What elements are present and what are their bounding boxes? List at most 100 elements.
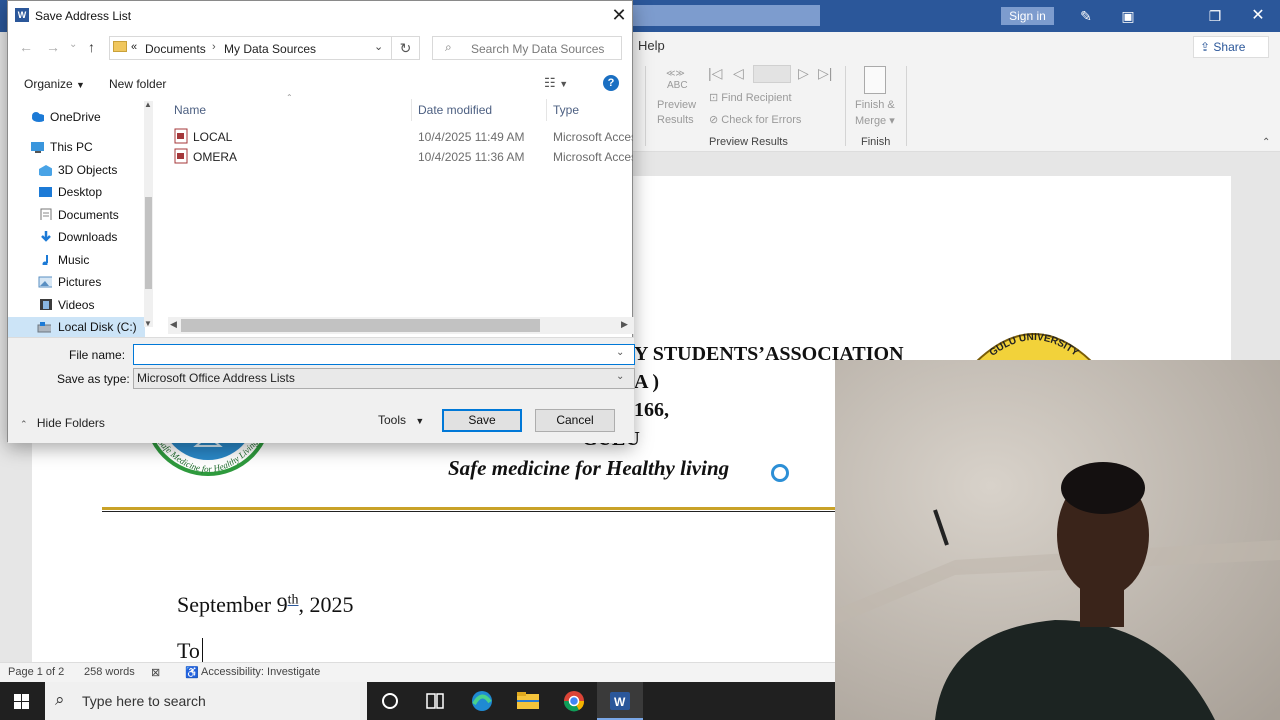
nav-item-downloads[interactable]: Downloads [8, 230, 144, 246]
doc-heading-line-3: 166, [634, 399, 669, 421]
nav-item-local-disk[interactable]: Local Disk (C:) [8, 320, 144, 336]
help-icon[interactable]: ? [603, 75, 619, 91]
check-for-errors-button[interactable]: ⊘ Check for Errors [709, 113, 801, 126]
column-name[interactable]: Name [174, 103, 206, 117]
hide-folders-button[interactable]: ⌃ Hide Folders [20, 416, 105, 430]
status-bar: Page 1 of 2 258 words ⊠ ♿ Accessibility:… [0, 662, 835, 682]
accessibility-icon[interactable]: ♿ [185, 666, 199, 679]
cancel-button[interactable]: Cancel [535, 409, 615, 432]
nav-item-videos[interactable]: Videos [8, 298, 144, 314]
ribbon-display-options-icon[interactable]: ▣ [1108, 0, 1148, 32]
share-icon: ⇪ [1200, 40, 1211, 54]
view-options-icon[interactable]: ☷ ▼ [544, 75, 568, 91]
proofing-icon[interactable]: ⊠ [151, 666, 160, 679]
breadcrumb-my-data-sources[interactable]: My Data Sources [224, 42, 316, 56]
file-type-local: Microsoft Access [553, 130, 633, 144]
refresh-icon[interactable]: ↻ [392, 36, 420, 60]
file-row-local[interactable]: LOCAL 10/4/2025 11:49 AM Microsoft Acces… [168, 127, 634, 147]
column-date-modified[interactable]: Date modified [418, 103, 492, 117]
last-record-icon[interactable]: ▷| [818, 65, 832, 82]
address-bar[interactable]: « Documents › My Data Sources ⌄ [109, 36, 392, 60]
doc-rule-dark [102, 511, 835, 512]
preview-results-button[interactable]: Preview Results [657, 99, 696, 126]
ribbon-separator [906, 66, 907, 146]
file-name-field[interactable] [133, 344, 635, 365]
column-type[interactable]: Type [553, 103, 579, 117]
finish-label-1: Finish & [855, 99, 895, 111]
pen-icon[interactable]: ✎ [1066, 0, 1106, 32]
save-button[interactable]: Save [442, 409, 522, 432]
find-recipient-button[interactable]: ⊡ Find Recipient [709, 91, 792, 104]
hscroll-right-icon[interactable]: ▶ [621, 319, 628, 330]
find-recipient-icon: ⊡ [709, 92, 719, 104]
folder-icon [113, 41, 127, 52]
file-name-dropdown-icon[interactable]: ⌄ [616, 347, 624, 358]
word-taskbar-icon[interactable]: W [597, 682, 643, 720]
breadcrumb-documents[interactable]: Documents [145, 42, 206, 56]
tab-help[interactable]: Help [638, 38, 665, 53]
nav-scroll-up-icon[interactable]: ▲ [144, 100, 152, 109]
accessibility-status[interactable]: Accessibility: Investigate [201, 666, 320, 678]
edge-icon[interactable] [459, 682, 505, 720]
page-count[interactable]: Page 1 of 2 [8, 666, 64, 678]
word-count[interactable]: 258 words [84, 666, 135, 678]
back-arrow-icon[interactable]: ← [19, 39, 33, 55]
next-record-icon[interactable]: ▷ [798, 65, 809, 82]
chrome-icon[interactable] [551, 682, 597, 720]
search-placeholder: Search My Data Sources [471, 42, 605, 56]
doc-to-line[interactable]: To [177, 638, 203, 664]
file-explorer-icon[interactable] [505, 682, 551, 720]
preview-label-1: Preview [657, 99, 697, 111]
share-button[interactable]: ⇪ Share [1193, 36, 1269, 58]
organize-button[interactable]: Organize ▼ [24, 77, 85, 91]
file-list-hscrollbar-thumb[interactable] [181, 319, 540, 332]
nav-item-3d-objects[interactable]: 3D Objects [8, 163, 144, 179]
breadcrumb-overflow[interactable]: « [131, 41, 137, 53]
address-dropdown-icon[interactable]: ⌄ [374, 40, 383, 53]
taskbar-search-placeholder: Type here to search [82, 693, 206, 709]
dialog-close-icon[interactable]: ✕ [608, 4, 630, 26]
previous-record-icon[interactable]: ◁ [733, 65, 744, 82]
word-title-search-box[interactable] [632, 5, 820, 26]
abc-arrows-icon: ≪≫ [666, 68, 685, 78]
recent-locations-icon[interactable]: ⌄ [69, 39, 77, 50]
sign-in-button[interactable]: Sign in [1001, 7, 1054, 25]
tools-button[interactable]: Tools ▼ [378, 413, 424, 427]
windows-start-icon[interactable] [0, 682, 45, 720]
task-view-icon[interactable] [412, 682, 458, 720]
nav-item-pictures[interactable]: Pictures [8, 275, 144, 291]
forward-arrow-icon[interactable]: → [46, 39, 60, 55]
finish-merge-button[interactable]: Finish & Merge ▾ [855, 99, 895, 127]
nav-scrollbar-thumb[interactable] [145, 197, 152, 289]
column-divider[interactable] [411, 99, 412, 121]
nav-scroll-down-icon[interactable]: ▼ [144, 319, 152, 328]
up-arrow-icon[interactable]: ↑ [88, 39, 95, 55]
save-address-list-dialog: W Save Address List ✕ ← → ⌄ ↑ « Document… [7, 0, 635, 443]
close-window-icon[interactable]: ✕ [1238, 0, 1278, 32]
nav-item-music[interactable]: Music [8, 253, 144, 269]
ribbon-separator [645, 66, 646, 146]
doc-heading-line-2: A ) [634, 371, 659, 393]
column-divider[interactable] [546, 99, 547, 121]
cortana-icon[interactable] [367, 682, 413, 720]
save-as-type-dropdown-icon[interactable]: ⌄ [616, 371, 624, 382]
sort-indicator-icon: ⌃ [286, 93, 293, 102]
nav-item-onedrive[interactable]: OneDrive [8, 110, 144, 126]
save-as-type-select[interactable]: Microsoft Office Address Lists [133, 368, 635, 389]
file-type-omera: Microsoft Access [553, 150, 633, 164]
preview-results-group-label: Preview Results [709, 136, 788, 148]
nav-item-this-pc[interactable]: This PC [8, 140, 144, 156]
restore-window-icon[interactable]: ❐ [1195, 0, 1235, 32]
file-name-label: File name: [69, 348, 126, 362]
nav-item-desktop[interactable]: Desktop [8, 185, 144, 201]
first-record-icon[interactable]: |◁ [708, 65, 722, 82]
new-folder-button[interactable]: New folder [109, 77, 166, 91]
file-row-omera[interactable]: OMERA 10/4/2025 11:36 AM Microsoft Acces… [168, 147, 634, 167]
nav-item-documents[interactable]: Documents [8, 208, 144, 224]
doc-tagline: Safe medicine for Healthy living [448, 456, 730, 480]
collapse-ribbon-icon[interactable]: ⌃ [1262, 137, 1270, 148]
record-number-field[interactable] [753, 65, 791, 83]
file-date-local: 10/4/2025 11:49 AM [418, 130, 525, 144]
navigation-list: OneDrive This PC 3D Objects Desktop Docu… [8, 97, 153, 337]
hscroll-left-icon[interactable]: ◀ [170, 319, 177, 330]
